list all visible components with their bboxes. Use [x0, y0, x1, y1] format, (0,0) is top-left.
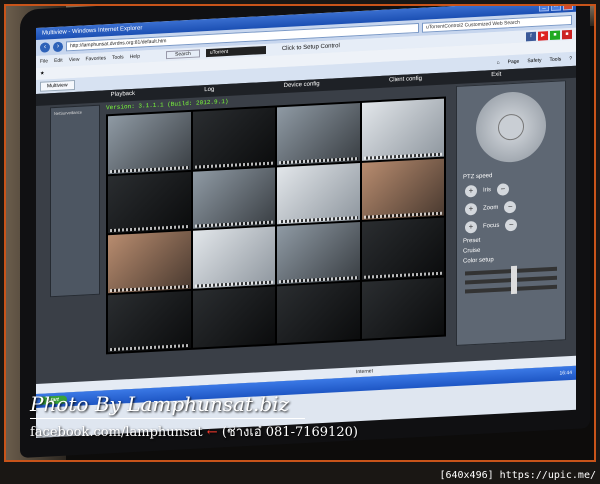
camera-view[interactable] [277, 162, 360, 225]
watermark-title: Photo By Lamphunsat.biz [30, 392, 290, 416]
menu-tools[interactable]: Tools [112, 54, 124, 61]
minus-icon[interactable]: − [497, 183, 509, 196]
ptz-center-button[interactable] [498, 113, 524, 141]
dvr-app: Playback Log Device config Client config… [36, 65, 576, 394]
menu-exit[interactable]: Exit [491, 72, 501, 81]
cmd-safety[interactable]: Safety [527, 58, 541, 65]
camera-view[interactable] [108, 290, 191, 353]
menu-edit[interactable]: Edit [54, 58, 63, 64]
back-icon[interactable]: ‹ [40, 42, 50, 53]
setup-control-link[interactable]: Click to Setup Control [282, 43, 340, 52]
minus-icon[interactable]: − [504, 200, 517, 214]
camera-view[interactable] [108, 111, 191, 174]
device-tree-item[interactable]: NetSurveillance [51, 106, 99, 120]
device-tree: NetSurveillance [50, 104, 100, 298]
camera-view[interactable] [361, 277, 444, 339]
watermark-divider [30, 418, 305, 419]
focus-label: Focus [483, 222, 500, 230]
saturation-slider[interactable] [465, 284, 557, 294]
forward-icon[interactable]: › [53, 41, 63, 53]
plus-icon[interactable]: + [465, 202, 477, 216]
minus-icon[interactable]: − [505, 218, 518, 232]
plus-icon[interactable]: + [465, 184, 477, 198]
minimize-button[interactable]: _ [539, 6, 549, 12]
plus-icon[interactable]: + [465, 220, 477, 234]
watermark: Photo By Lamphunsat.biz facebook.com/lam… [30, 392, 358, 442]
toolbar-search[interactable]: Search [165, 49, 200, 60]
menu-view[interactable]: View [69, 57, 80, 64]
camera-view[interactable] [277, 103, 360, 165]
watermark-facebook: facebook.com/lamphunsat ← (ช่างเอ๋ 081-7… [30, 421, 358, 442]
camera-view[interactable] [192, 166, 275, 229]
home-icon[interactable]: ⌂ [497, 60, 500, 66]
facebook-icon[interactable]: f [526, 31, 536, 41]
camera-view[interactable] [192, 285, 275, 348]
photo-frame: Multiview - Windows Internet Explorer _ … [4, 4, 596, 462]
camera-view[interactable] [361, 217, 444, 280]
menu-device-config[interactable]: Device config [284, 81, 320, 91]
upic-credit: [640x496] https://upic.me/ [439, 470, 596, 481]
ptz-panel: PTZ speed + Iris − + Zoom − + Focus − Pr… [456, 80, 566, 346]
menu-file[interactable]: File [40, 58, 48, 64]
menu-help[interactable]: Help [130, 54, 140, 61]
camera-grid [106, 96, 446, 355]
camera-view[interactable] [277, 281, 360, 344]
ptz-direction-pad[interactable] [476, 90, 546, 164]
cmd-tools[interactable]: Tools [550, 56, 562, 63]
camera-view[interactable] [277, 222, 360, 284]
clock: 16:44 [559, 369, 572, 377]
facebook-url: facebook.com/lamphunsat [30, 425, 203, 440]
camera-view[interactable] [192, 226, 275, 289]
menu-favorites[interactable]: Favorites [85, 55, 106, 62]
cmd-page[interactable]: Page [508, 59, 520, 66]
maximize-button[interactable]: □ [551, 6, 561, 12]
social-icons: f ▶ ■ ■ [526, 29, 572, 41]
close-button[interactable]: × [563, 6, 573, 11]
camera-view[interactable] [361, 98, 444, 161]
menu-client-config[interactable]: Client config [389, 76, 422, 86]
app-icon[interactable]: ■ [550, 30, 560, 40]
favorites-star-icon[interactable]: ★ [40, 71, 44, 77]
menu-log[interactable]: Log [204, 87, 214, 96]
zoom-label: Zoom [483, 204, 499, 212]
app2-icon[interactable]: ■ [562, 29, 572, 39]
camera-view[interactable] [361, 158, 444, 220]
arrow-icon: ← [206, 425, 218, 440]
command-bar: ⌂ Page Safety Tools ? [497, 56, 572, 66]
menu-playback[interactable]: Playback [111, 91, 135, 100]
tab-multiview[interactable]: Multiview [40, 79, 75, 92]
laptop-screen: Multiview - Windows Internet Explorer _ … [36, 6, 576, 439]
help-icon[interactable]: ? [569, 56, 572, 62]
internet-zone: Internet [356, 368, 373, 376]
phone-number: (ช่างเอ๋ 081-7169120) [221, 425, 358, 440]
window-title: Multiview - Windows Internet Explorer [42, 25, 143, 37]
youtube-icon[interactable]: ▶ [538, 30, 548, 41]
camera-view[interactable] [108, 171, 191, 234]
iris-label: Iris [483, 187, 491, 194]
camera-view[interactable] [192, 107, 275, 170]
window-controls: _ □ × [539, 6, 573, 12]
camera-view[interactable] [108, 230, 191, 293]
